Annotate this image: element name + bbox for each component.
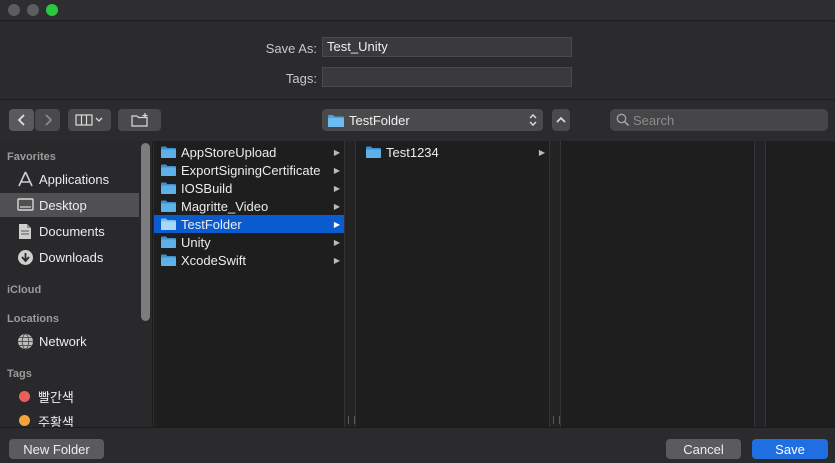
folder-icon [161, 236, 176, 248]
orange-tag-icon [19, 415, 30, 426]
network-icon [16, 332, 34, 350]
collapse-button[interactable] [552, 109, 570, 131]
folder-icon [161, 146, 176, 158]
search-icon [616, 113, 630, 127]
disclosure-arrow-icon: ▶ [538, 147, 545, 157]
list-item-testfolder[interactable]: TestFolder ▶ [154, 215, 344, 233]
folder-icon [161, 200, 176, 212]
sidebar-item-tag-orange[interactable]: 주황색 [0, 409, 139, 427]
tags-header: Tags [7, 368, 32, 380]
disclosure-arrow-icon: ▶ [333, 255, 340, 265]
sidebar-item-tag-red[interactable]: 빨간색 [0, 384, 139, 408]
item-name: Unity [181, 234, 211, 250]
sidebar-item-label: Network [39, 333, 87, 349]
desktop-icon [16, 196, 34, 214]
item-name: Test1234 [386, 144, 439, 160]
new-folder-toolbar-button[interactable] [118, 109, 161, 131]
favorites-header: Favorites [7, 151, 56, 163]
sidebar-scrollbar[interactable] [141, 143, 150, 321]
sidebar-item-label: 빨간색 [38, 389, 74, 405]
location-popup[interactable]: TestFolder [322, 109, 543, 131]
sidebar-item-label: Downloads [39, 249, 104, 265]
tags-label: Tags: [285, 71, 317, 86]
documents-icon [16, 222, 34, 240]
list-item-test1234[interactable]: Test1234 ▶ [359, 143, 549, 161]
tags-field[interactable] [322, 67, 572, 87]
list-item-appstoreupload[interactable]: AppStoreUpload ▶ [154, 143, 344, 161]
disclosure-arrow-icon: ▶ [333, 183, 340, 193]
folder-icon [328, 114, 344, 127]
item-name: IOSBuild [181, 180, 233, 196]
chevron-right-icon [44, 114, 52, 126]
column-divider[interactable] [344, 141, 356, 427]
sidebar-item-downloads[interactable]: Downloads [0, 245, 139, 269]
disclosure-arrow-icon: ▶ [333, 201, 340, 211]
bottom-bar: New Folder Cancel Save [0, 427, 835, 463]
back-button[interactable] [9, 109, 34, 131]
list-item-unity[interactable]: Unity ▶ [154, 233, 344, 251]
locations-header: Locations [7, 313, 59, 325]
disclosure-arrow-icon: ▶ [333, 219, 340, 229]
sidebar-item-label: 주황색 [38, 415, 74, 427]
folder-icon [366, 146, 381, 158]
up-down-chevron-icon [529, 114, 537, 126]
folder-icon [161, 218, 176, 230]
item-name: Magritte_Video [181, 198, 269, 214]
close-window-button[interactable] [8, 4, 20, 16]
disclosure-arrow-icon: ▶ [333, 147, 340, 157]
save-form: Save As: Test_Unity Tags: [0, 21, 835, 100]
sidebar-item-desktop[interactable]: Desktop [0, 193, 139, 217]
folder-icon [161, 254, 176, 266]
columns-view-icon [74, 114, 102, 126]
new-folder-button[interactable]: New Folder [9, 439, 104, 459]
column-divider[interactable] [754, 141, 766, 427]
list-item-exportsigningcertificate[interactable]: ExportSigningCertificate ▶ [154, 161, 344, 179]
item-name: AppStoreUpload [181, 144, 277, 160]
sidebar-item-label: Desktop [39, 197, 87, 213]
title-bar [0, 0, 835, 21]
downloads-icon [16, 248, 34, 266]
list-item-iosbuild[interactable]: IOSBuild ▶ [154, 179, 344, 197]
applications-icon [16, 170, 34, 188]
red-tag-icon [19, 390, 30, 402]
forward-button[interactable] [35, 109, 60, 131]
column-divider[interactable] [549, 141, 561, 427]
sidebar: Favorites Applications Desktop Documents… [0, 141, 153, 427]
sidebar-item-documents[interactable]: Documents [0, 219, 139, 243]
list-item-magritte-video[interactable]: Magritte_Video ▶ [154, 197, 344, 215]
view-mode-button[interactable] [68, 109, 111, 131]
resize-grip-icon [553, 416, 560, 424]
save-as-label: Save As: [265, 41, 317, 56]
disclosure-arrow-icon: ▶ [333, 165, 340, 175]
minimize-window-button[interactable] [27, 4, 39, 16]
folder-icon [161, 164, 176, 176]
item-name: ExportSigningCertificate [181, 162, 321, 178]
sidebar-item-applications[interactable]: Applications [0, 167, 139, 191]
search-placeholder: Search [633, 112, 675, 128]
save-button[interactable]: Save [752, 439, 828, 459]
location-label: TestFolder [349, 112, 410, 128]
sidebar-item-label: Applications [39, 171, 110, 187]
resize-grip-icon [348, 416, 355, 424]
folder-icon [161, 182, 176, 194]
chevron-left-icon [17, 114, 25, 126]
cancel-button[interactable]: Cancel [666, 439, 741, 459]
folder-plus-icon [130, 113, 148, 127]
sidebar-item-label: Documents [39, 223, 105, 239]
chevron-up-icon [556, 116, 566, 123]
sidebar-item-network[interactable]: Network [0, 329, 139, 353]
save-as-field[interactable]: Test_Unity [322, 37, 572, 57]
icloud-header: iCloud [7, 284, 42, 296]
navigation-toolbar: TestFolder Search [0, 100, 835, 140]
item-name: XcodeSwift [181, 252, 247, 268]
column-browser: AppStoreUpload ▶ ExportSigningCertificat… [154, 141, 835, 427]
list-item-xcodeswift[interactable]: XcodeSwift ▶ [154, 251, 344, 269]
zoom-window-button[interactable] [46, 4, 58, 16]
disclosure-arrow-icon: ▶ [333, 237, 340, 247]
search-field[interactable]: Search [610, 109, 828, 131]
item-name: TestFolder [181, 216, 242, 232]
